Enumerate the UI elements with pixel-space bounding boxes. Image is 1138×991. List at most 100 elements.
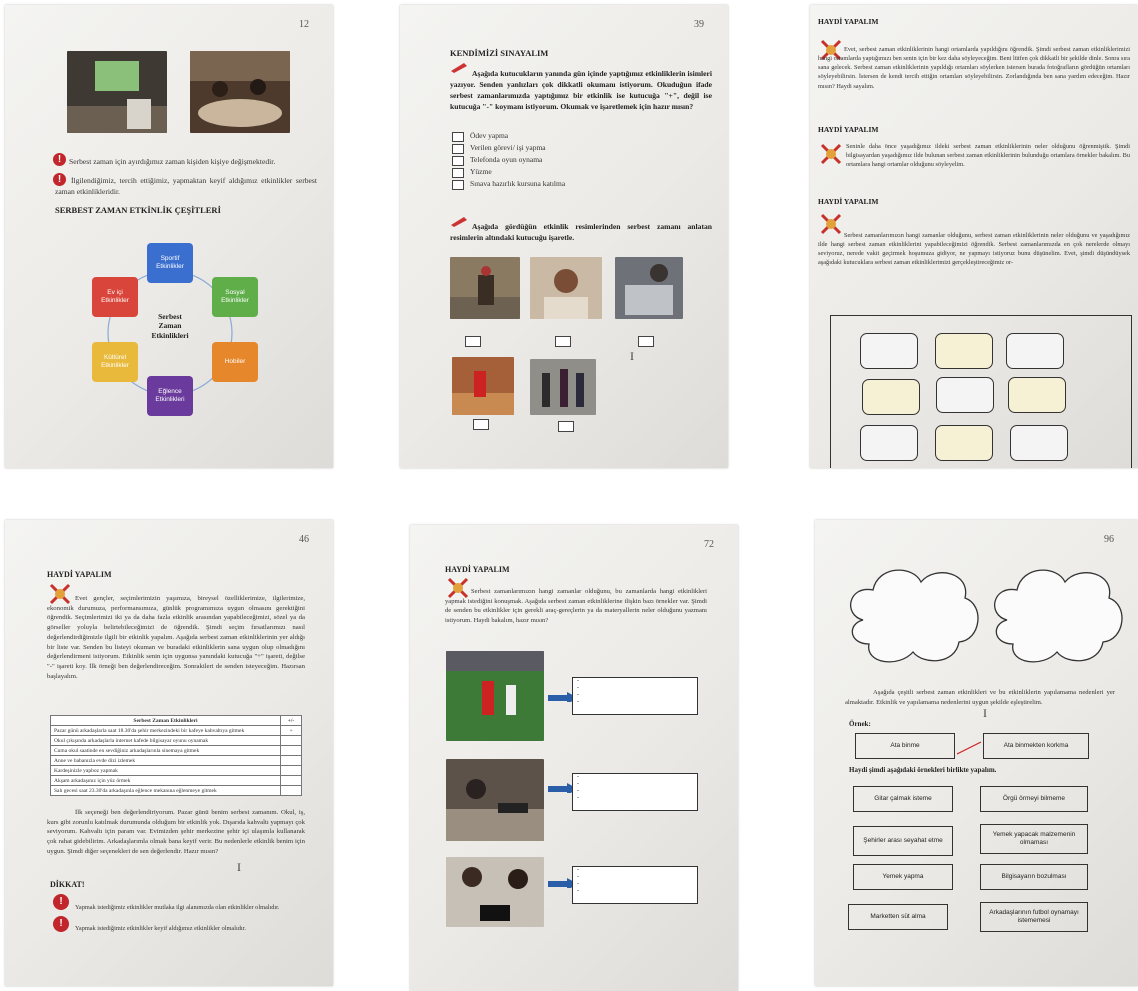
paragraph: Serbest zamanlarımızın hangi zamanlar ol… [445, 588, 707, 624]
table-cell-mark[interactable] [280, 785, 302, 796]
paragraph: Evet gençler, seçimlerimizin yaşımıza, b… [47, 595, 305, 680]
checkbox[interactable] [452, 156, 464, 166]
table-cell-mark[interactable] [280, 755, 302, 766]
paragraph: Serbest zamanlarımızın hangi zamanlar ol… [818, 232, 1130, 267]
answer-box[interactable] [862, 379, 920, 415]
match-box-activity[interactable]: Yemek yapma [853, 864, 953, 890]
warning-heading: DİKKAT! [50, 880, 85, 889]
answer-box[interactable]: ---- [572, 677, 698, 715]
page-number: 39 [694, 19, 704, 30]
match-box-reason[interactable]: Bilgisayarın bozulması [980, 864, 1088, 890]
page-haydi-yapalim: HAYDİ YAPALIM Evet, serbest zaman etkinl… [810, 5, 1138, 468]
answer-box[interactable]: ---- [572, 773, 698, 811]
checklist-item: Yüzme [470, 167, 492, 176]
table-row: Salı gecesi saat 23.30'da arkadaşınla eğ… [50, 785, 302, 796]
table-cell-activity: Pazar günü arkadaşlarla saat 18.30'da şe… [50, 725, 281, 736]
warning-text: Yapmak istediğimiz etkinlikler mutlaka i… [75, 904, 280, 911]
checkbox[interactable] [452, 132, 464, 142]
diagram-center-label: Serbest Zaman Etkinlikleri [151, 312, 189, 340]
answer-checkbox[interactable] [558, 421, 574, 432]
checkbox[interactable] [452, 168, 464, 178]
checklist-item: Verilen görevi/ işi yapma [470, 143, 546, 152]
section-heading: HAYDİ YAPALIM [47, 570, 112, 579]
answer-box[interactable] [935, 425, 993, 461]
table-row: Akşam arkadaşınız için yüz örmek [50, 775, 302, 786]
photo-horse-riding [450, 257, 520, 319]
photo-cooking [446, 759, 544, 841]
section-heading: HAYDİ YAPALIM [445, 565, 510, 574]
answer-box[interactable] [1010, 425, 1068, 461]
table-row: Kardeşinizle yapboz yapmak [50, 765, 302, 776]
table-cell-mark[interactable] [280, 775, 302, 786]
warning-icon: ! [53, 153, 66, 166]
match-box-reason[interactable]: Arkadaşlarının futbol oynamayı istememes… [980, 902, 1088, 932]
table-cell-activity: Kardeşinizle yapboz yapmak [50, 765, 281, 776]
warning-text: Yapmak istediğimiz etkinlikler keyif ald… [75, 925, 246, 932]
match-box-activity[interactable]: Şehirler arası seyahat etme [853, 826, 953, 856]
answer-box[interactable] [1006, 333, 1064, 369]
table-cell-mark[interactable]: + [280, 725, 302, 736]
answer-box[interactable] [860, 425, 918, 461]
paragraph: Evet, serbest zaman etkinliklerinin hang… [818, 46, 1130, 90]
bullet-text: Serbest zaman için ayırdığımız zaman kiş… [69, 157, 276, 166]
diagram-node-sportif: Sportif Etkinlikler [147, 243, 193, 283]
cloud-shape-left [850, 569, 979, 663]
page-title: KENDİMİZİ SINAYALIM [450, 48, 549, 58]
answer-checkbox[interactable] [465, 336, 481, 347]
photo-chess [446, 857, 544, 927]
table-cell-activity: Anne ve babanızla evde dizi izlemek [50, 755, 281, 766]
answer-box[interactable]: ---- [572, 866, 698, 904]
photo-soccer [446, 651, 544, 741]
answer-checkbox[interactable] [555, 336, 571, 347]
photo-family-meal [190, 51, 290, 133]
diagram-node-evici: Ev içi Etkinlikler [92, 277, 138, 317]
photo-friends-walking [530, 359, 596, 415]
answer-box[interactable] [936, 377, 994, 413]
answer-box[interactable] [1008, 377, 1066, 413]
text-cursor-icon: I [983, 706, 987, 720]
photo-lab-work [615, 257, 683, 319]
section-heading: HAYDİ YAPALIM [818, 125, 879, 134]
checkbox[interactable] [452, 180, 464, 190]
warning-icon: ! [53, 916, 69, 932]
answer-box[interactable] [860, 333, 918, 369]
table-cell-activity: Akşam arkadaşınız için yüz örmek [50, 775, 281, 786]
page-number: 96 [1104, 534, 1114, 545]
photo-watching-tv [67, 51, 167, 133]
page-number: 12 [299, 19, 309, 30]
match-line [956, 741, 982, 755]
answer-checkbox[interactable] [638, 336, 654, 347]
checklist-item: Sınava hazırlık kursuna katılma [470, 179, 566, 188]
table-row: Anne ve babanızla evde dizi izlemek [50, 755, 302, 766]
match-box-activity[interactable]: Gitar çalmak isteme [853, 786, 953, 812]
paragraph: İlk seçeneği ben değerlendiriyorum. Paza… [47, 809, 305, 855]
table-cell-mark[interactable] [280, 765, 302, 776]
table-row: Cuma okul saatinde en sevdiğiniz arkadaş… [50, 745, 302, 756]
match-box-activity: Ata binme [855, 733, 955, 759]
table-cell-activity: Okul çıkışında arkadaşlarla internet kaf… [50, 735, 281, 746]
table-cell-mark[interactable] [280, 745, 302, 756]
photo-basketball [452, 357, 514, 415]
cloud-shape-right [994, 569, 1123, 663]
page-number: 72 [704, 539, 714, 550]
table-cell-activity: Salı gecesi saat 23.30'da arkadaşınla eğ… [50, 785, 281, 796]
match-box-reason[interactable]: Yemek yapacak malzemenin olmaması [980, 824, 1088, 854]
page-96: 96 Aşağıda çeşitli serbest zaman etkinli… [815, 520, 1138, 986]
page-number: 46 [299, 534, 309, 545]
match-box-reason[interactable]: Örgü örmeyi bilmeme [980, 786, 1088, 812]
page-39: 39 KENDİMİZİ SINAYALIM Aşağıda kutucukla… [400, 5, 728, 468]
match-box-activity[interactable]: Marketten süt alma [848, 904, 948, 930]
table-header: +/- [280, 715, 302, 726]
page-12: 12 ! Serbest zaman için ayırdığımız zama… [5, 5, 333, 468]
warning-icon: ! [53, 894, 69, 910]
sub-heading: Haydi şimdi aşağıdaki örnekleri birlikte… [849, 766, 997, 774]
mascot-icon [820, 143, 842, 165]
text-cursor-icon: I [630, 349, 634, 363]
answer-box[interactable] [935, 333, 993, 369]
page-72: 72 HAYDİ YAPALIM Serbest zamanlarımızın … [410, 525, 738, 991]
diagram-node-eglence: Eğlence Etkinlikleri [147, 376, 193, 416]
checkbox[interactable] [452, 144, 464, 154]
answer-checkbox[interactable] [473, 419, 489, 430]
table-cell-mark[interactable] [280, 735, 302, 746]
section-heading: HAYDİ YAPALIM [818, 197, 879, 206]
